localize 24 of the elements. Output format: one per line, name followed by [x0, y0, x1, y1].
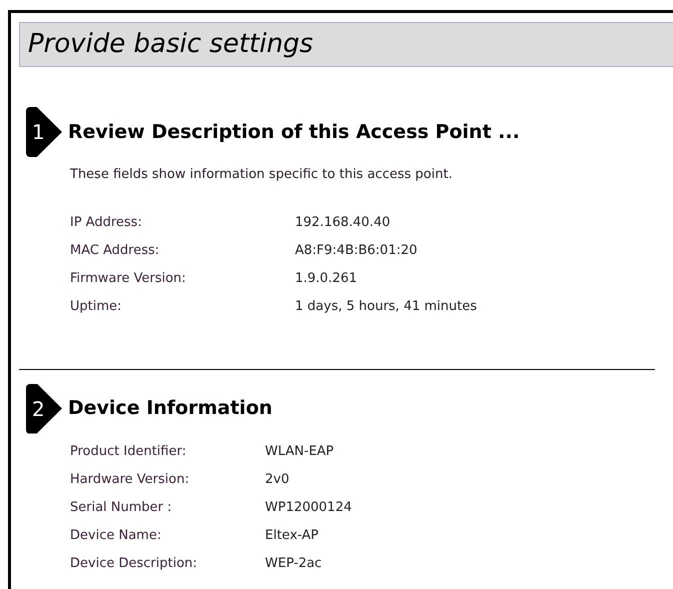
step-marker: 2	[26, 384, 62, 434]
section-description: These fields show information specific to this access point.	[69, 166, 454, 184]
field-label: IP Address:	[70, 214, 143, 232]
field-value: 1 days, 5 hours, 41 minutes	[295, 298, 478, 316]
section-heading: Device Information	[68, 396, 272, 422]
field-value: 1.9.0.261	[295, 270, 358, 288]
field-value: A8:F9:4B:B6:01:20	[295, 242, 418, 260]
field-value: 2v0	[265, 470, 290, 488]
page-title: Provide basic settings	[19, 22, 673, 67]
field-label: Uptime:	[70, 298, 123, 316]
field-label: Hardware Version:	[70, 470, 190, 488]
field-label: Serial Number :	[70, 498, 173, 516]
step-marker: 1	[26, 107, 62, 157]
field-value: WEP-2ac	[265, 554, 323, 572]
field-label: Device Description:	[70, 554, 198, 572]
section-heading: Review Description of this Access Point ...	[68, 120, 520, 145]
field-label: MAC Address:	[70, 242, 160, 260]
field-label: Device Name:	[70, 526, 162, 544]
field-value: WLAN-EAP	[265, 442, 335, 460]
field-value: 192.168.40.40	[295, 214, 392, 232]
field-value: Eltex-AP	[265, 526, 320, 544]
field-label: Product Identifier:	[70, 442, 188, 460]
field-label: Firmware Version:	[70, 270, 187, 288]
field-value: WP12000124	[265, 498, 353, 516]
